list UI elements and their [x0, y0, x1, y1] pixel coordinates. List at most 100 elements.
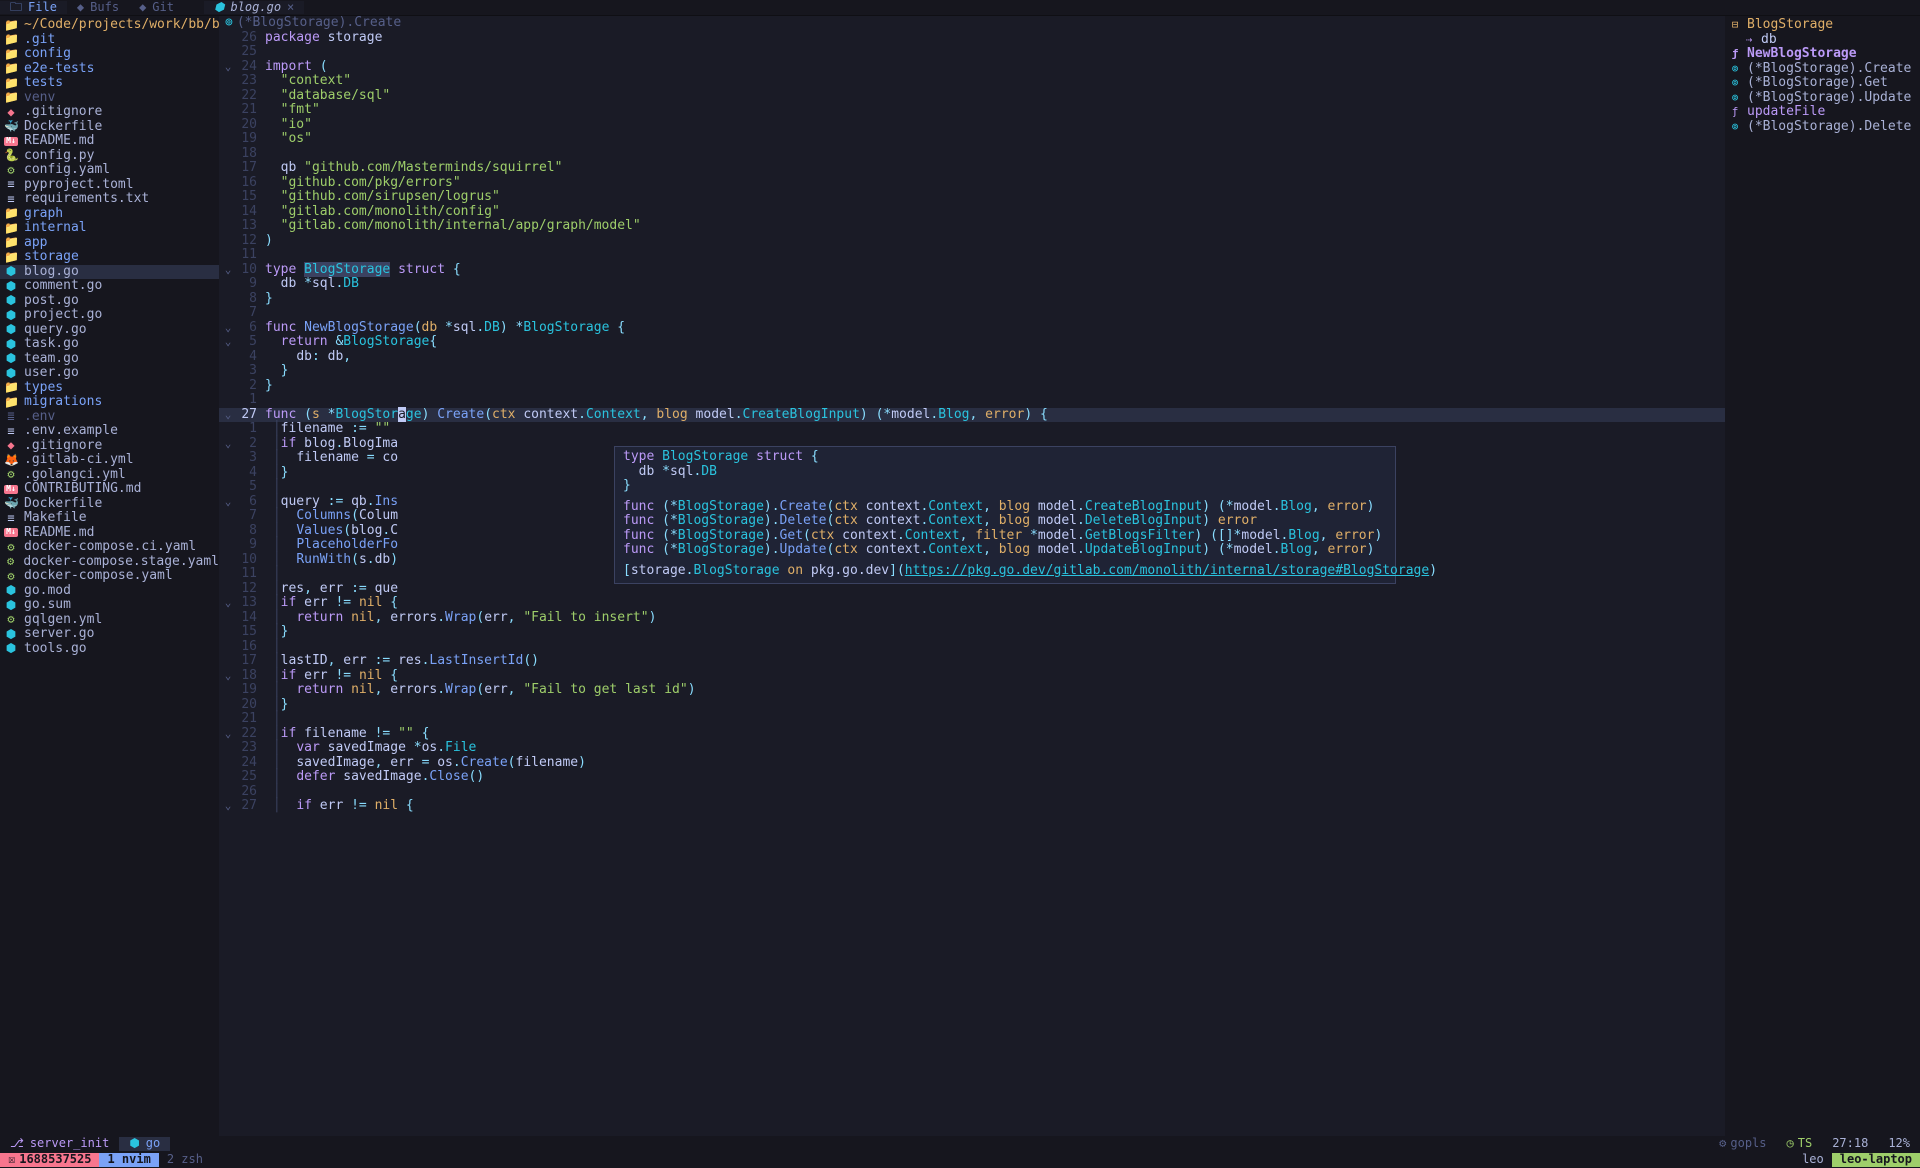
code-line[interactable]: 1	[219, 393, 1725, 408]
file-tree[interactable]: 📁~/Code/projects/work/bb/bac 📁.git📁confi…	[0, 16, 219, 1136]
outline-item[interactable]: ⇢db	[1725, 33, 1920, 48]
tree-item[interactable]: 🐳Dockerfile	[0, 497, 219, 512]
tree-item[interactable]: M↓README.md	[0, 134, 219, 149]
code-line[interactable]: 20 "io"	[219, 118, 1725, 133]
code-line[interactable]: ⌄27 │ if err != nil {	[219, 799, 1725, 814]
tree-item[interactable]: ⚙.golangci.yml	[0, 468, 219, 483]
code-line[interactable]: 15 │}	[219, 625, 1725, 640]
fold-marker[interactable]: ⌄	[219, 800, 237, 812]
tree-item[interactable]: ⬢go.mod	[0, 584, 219, 599]
tree-item[interactable]: ≡.env.example	[0, 424, 219, 439]
code-line[interactable]: 24 │ savedImage, err = os.Create(filenam…	[219, 756, 1725, 771]
tree-item[interactable]: 📁e2e-tests	[0, 62, 219, 77]
fold-marker[interactable]: ⌄	[219, 670, 237, 682]
tree-item[interactable]: ⬢post.go	[0, 294, 219, 309]
tree-item[interactable]: ⬢project.go	[0, 308, 219, 323]
fold-marker[interactable]: ⌄	[219, 336, 237, 348]
tree-item[interactable]: 📁internal	[0, 221, 219, 236]
outline-item[interactable]: ⊟BlogStorage	[1725, 18, 1920, 33]
tree-item[interactable]: 🐍config.py	[0, 149, 219, 164]
code-line[interactable]: 14 "gitlab.com/monolith/config"	[219, 205, 1725, 220]
tree-item[interactable]: M↓CONTRIBUTING.md	[0, 482, 219, 497]
code-line[interactable]: 25	[219, 45, 1725, 60]
tree-item[interactable]: ≣.env	[0, 410, 219, 425]
tree-item[interactable]: ⚙gqlgen.yml	[0, 613, 219, 628]
tree-item[interactable]: 🦊.gitlab-ci.yml	[0, 453, 219, 468]
code-line[interactable]: 17 qb "github.com/Masterminds/squirrel"	[219, 161, 1725, 176]
code-line[interactable]: 19 "os"	[219, 132, 1725, 147]
fold-marker[interactable]: ⌄	[219, 322, 237, 334]
side-tab-git[interactable]: ◆ Git	[129, 1, 184, 14]
code-line[interactable]: ⌄13 │if err != nil {	[219, 596, 1725, 611]
tree-item[interactable]: 📁venv	[0, 91, 219, 106]
code-line[interactable]: 1 │filename := ""	[219, 422, 1725, 437]
code-line[interactable]: 22 "database/sql"	[219, 89, 1725, 104]
code-line[interactable]: 4 db: db,	[219, 350, 1725, 365]
tree-item[interactable]: 📁storage	[0, 250, 219, 265]
editor-tab[interactable]: ⬢ blog.go ×	[204, 1, 304, 14]
code-line[interactable]: 17 │lastID, err := res.LastInsertId()	[219, 654, 1725, 669]
fold-marker[interactable]: ⌄	[219, 496, 237, 508]
code-line[interactable]: 23 "context"	[219, 74, 1725, 89]
code-line[interactable]: 9 db *sql.DB	[219, 277, 1725, 292]
tree-item[interactable]: ⬢user.go	[0, 366, 219, 381]
tree-item[interactable]: 🐳Dockerfile	[0, 120, 219, 135]
code-line[interactable]: 21 │	[219, 712, 1725, 727]
fold-marker[interactable]: ⌄	[219, 597, 237, 609]
code-line[interactable]: 12)	[219, 234, 1725, 249]
code-line[interactable]: 18	[219, 147, 1725, 162]
fold-marker[interactable]: ⌄	[219, 728, 237, 740]
tree-item[interactable]: ⬢tools.go	[0, 642, 219, 657]
tree-item[interactable]: ≡pyproject.toml	[0, 178, 219, 193]
code-line[interactable]: ⌄27func (s *BlogStorage) Create(ctx cont…	[219, 408, 1725, 423]
tree-item[interactable]: ≡requirements.txt	[0, 192, 219, 207]
tree-item[interactable]: 📁config	[0, 47, 219, 62]
tree-item[interactable]: 📁tests	[0, 76, 219, 91]
tree-item[interactable]: ⚙docker-compose.yaml	[0, 569, 219, 584]
code-line[interactable]: ⌄10type BlogStorage struct {	[219, 263, 1725, 278]
tmux-window[interactable]: 1 nvim	[99, 1153, 158, 1166]
editor[interactable]: ⊚ (*BlogStorage).Create 26package storag…	[219, 16, 1725, 1136]
code-line[interactable]: 8}	[219, 292, 1725, 307]
code-line[interactable]: 16 │	[219, 640, 1725, 655]
tree-item[interactable]: ≡Makefile	[0, 511, 219, 526]
code-line[interactable]: 21 "fmt"	[219, 103, 1725, 118]
outline-item[interactable]: ƒupdateFile	[1725, 105, 1920, 120]
code-line[interactable]: 15 "github.com/sirupsen/logrus"	[219, 190, 1725, 205]
fold-marker[interactable]: ⌄	[219, 61, 237, 73]
tree-item[interactable]: ⬢comment.go	[0, 279, 219, 294]
code-line[interactable]: ⌄18 │if err != nil {	[219, 669, 1725, 684]
tree-item[interactable]: 📁app	[0, 236, 219, 251]
code-line[interactable]: 25 │ defer savedImage.Close()	[219, 770, 1725, 785]
outline-item[interactable]: ⊚(*BlogStorage).Delete	[1725, 120, 1920, 135]
tree-item[interactable]: 📁.git	[0, 33, 219, 48]
close-icon[interactable]: ×	[287, 1, 294, 14]
tree-item[interactable]: ⬢query.go	[0, 323, 219, 338]
fold-marker[interactable]: ⌄	[219, 438, 237, 450]
code-line[interactable]: 2}	[219, 379, 1725, 394]
code-line[interactable]: 16 "github.com/pkg/errors"	[219, 176, 1725, 191]
code-line[interactable]: 13 "gitlab.com/monolith/internal/app/gra…	[219, 219, 1725, 234]
fold-marker[interactable]: ⌄	[219, 409, 237, 421]
tree-item[interactable]: ⬢team.go	[0, 352, 219, 367]
tree-item[interactable]: ⬢go.sum	[0, 598, 219, 613]
code-line[interactable]: 7	[219, 306, 1725, 321]
tree-item[interactable]: ⚙config.yaml	[0, 163, 219, 178]
code-line[interactable]: ⌄6func NewBlogStorage(db *sql.DB) *BlogS…	[219, 321, 1725, 336]
code-line[interactable]: ⌄22 │if filename != "" {	[219, 727, 1725, 742]
outline[interactable]: ⊟BlogStorage⇢dbƒNewBlogStorage⊚(*BlogSto…	[1725, 16, 1920, 1136]
code-line[interactable]: 26 │	[219, 785, 1725, 800]
tree-item[interactable]: 📁types	[0, 381, 219, 396]
tree-item[interactable]: 📁migrations	[0, 395, 219, 410]
code-line[interactable]: 11	[219, 248, 1725, 263]
code-line[interactable]: ⌄24import (	[219, 60, 1725, 75]
tree-item[interactable]: M↓README.md	[0, 526, 219, 541]
code-line[interactable]: 14 │ return nil, errors.Wrap(err, "Fail …	[219, 611, 1725, 626]
code-line[interactable]: 23 │ var savedImage *os.File	[219, 741, 1725, 756]
code-line[interactable]: 19 │ return nil, errors.Wrap(err, "Fail …	[219, 683, 1725, 698]
tree-item[interactable]: ⚙docker-compose.ci.yaml	[0, 540, 219, 555]
tmux-window[interactable]: 2 zsh	[159, 1153, 211, 1166]
side-tab-file[interactable]: 🗀 File	[0, 1, 67, 14]
tree-item[interactable]: ⬢blog.go	[0, 265, 219, 280]
tree-item[interactable]: ⚙docker-compose.stage.yaml	[0, 555, 219, 570]
